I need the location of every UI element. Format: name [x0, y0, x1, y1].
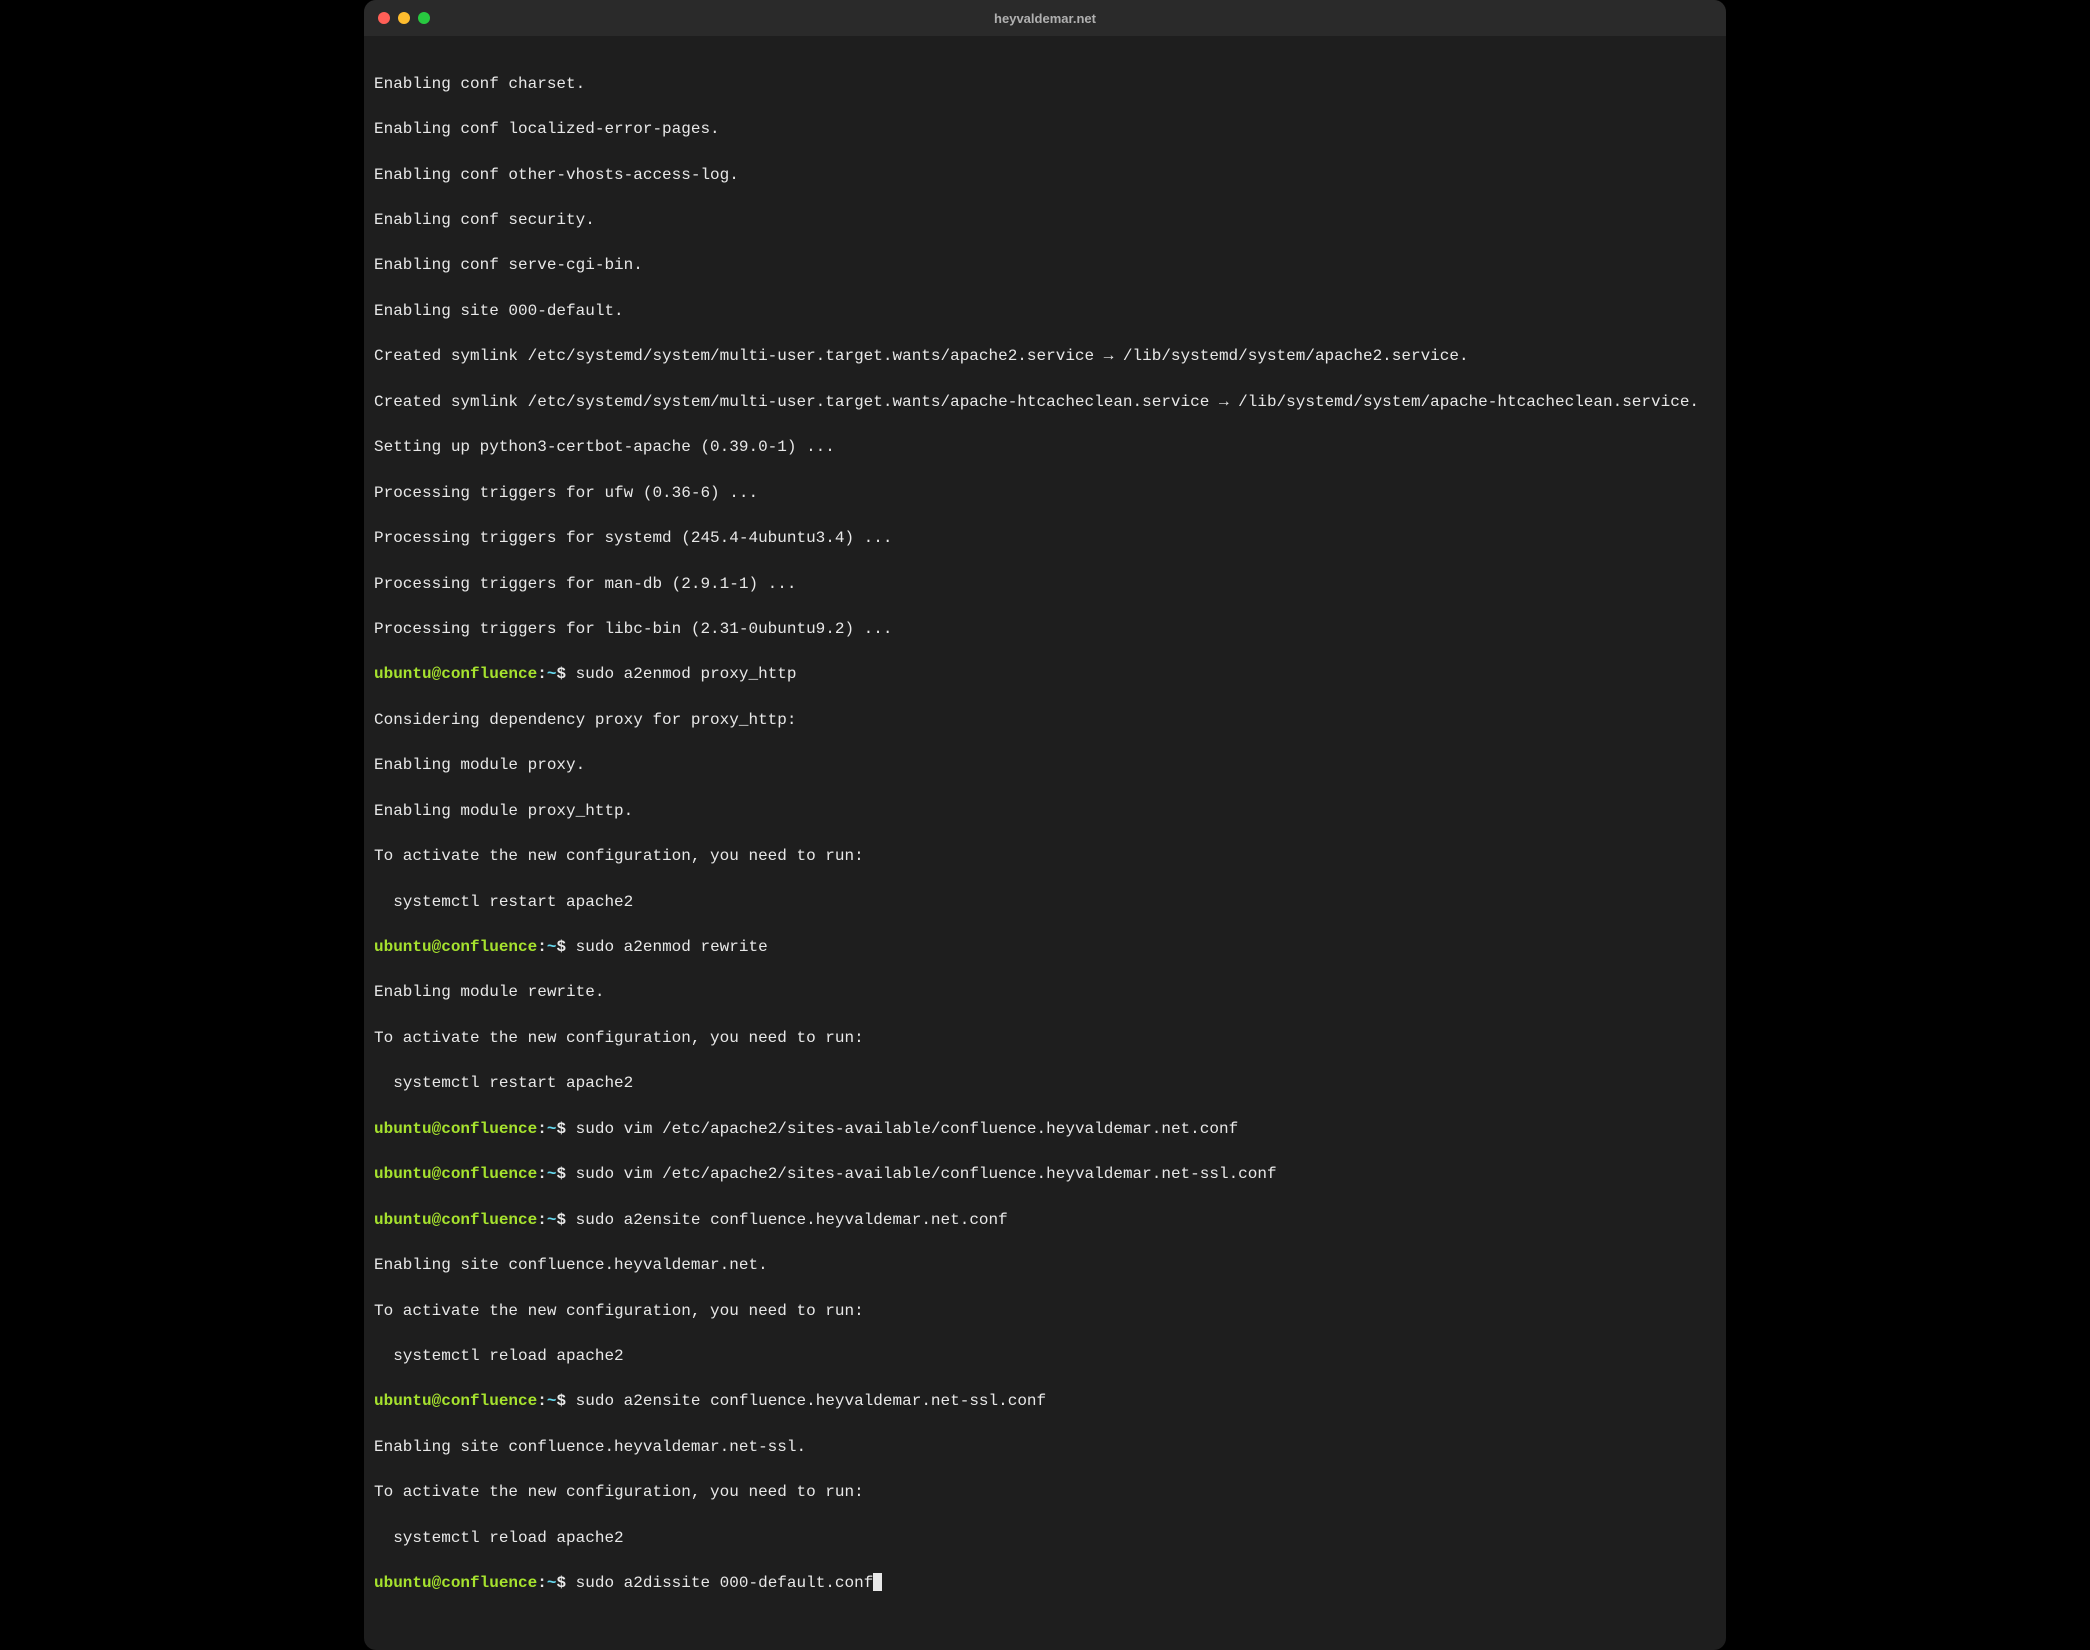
prompt-user-host: ubuntu@confluence	[374, 1165, 537, 1183]
prompt-user-host: ubuntu@confluence	[374, 665, 537, 683]
output-line: To activate the new configuration, you n…	[374, 1027, 1716, 1050]
prompt-path: ~	[547, 1574, 557, 1592]
command-text: sudo a2enmod proxy_http	[576, 665, 797, 683]
terminal-window: heyvaldemar.net Enabling conf charset. E…	[364, 0, 1726, 1650]
prompt-line: ubuntu@confluence:~$ sudo a2ensite confl…	[374, 1209, 1716, 1232]
terminal-body[interactable]: Enabling conf charset. Enabling conf loc…	[364, 36, 1726, 1650]
prompt-sigil: $	[556, 1120, 575, 1138]
prompt-sep: :	[537, 1574, 547, 1592]
output-line: Enabling site 000-default.	[374, 300, 1716, 323]
output-line: systemctl reload apache2	[374, 1527, 1716, 1550]
prompt-path: ~	[547, 1211, 557, 1229]
prompt-line: ubuntu@confluence:~$ sudo a2enmod proxy_…	[374, 663, 1716, 686]
prompt-sigil: $	[556, 1574, 575, 1592]
output-line: Created symlink /etc/systemd/system/mult…	[374, 391, 1716, 414]
command-text: sudo a2ensite confluence.heyvaldemar.net…	[576, 1211, 1008, 1229]
maximize-button[interactable]	[418, 12, 430, 24]
window-title: heyvaldemar.net	[994, 11, 1096, 26]
output-line: systemctl restart apache2	[374, 891, 1716, 914]
output-line: Enabling conf other-vhosts-access-log.	[374, 164, 1716, 187]
prompt-user-host: ubuntu@confluence	[374, 938, 537, 956]
prompt-path: ~	[547, 665, 557, 683]
command-text: sudo a2ensite confluence.heyvaldemar.net…	[576, 1392, 1046, 1410]
prompt-sigil: $	[556, 1165, 575, 1183]
prompt-sep: :	[537, 1120, 547, 1138]
output-line: To activate the new configuration, you n…	[374, 1481, 1716, 1504]
prompt-sep: :	[537, 665, 547, 683]
output-line: Considering dependency proxy for proxy_h…	[374, 709, 1716, 732]
command-text: sudo vim /etc/apache2/sites-available/co…	[576, 1120, 1239, 1138]
output-line: Processing triggers for man-db (2.9.1-1)…	[374, 573, 1716, 596]
command-text: sudo vim /etc/apache2/sites-available/co…	[576, 1165, 1277, 1183]
output-line: Enabling module rewrite.	[374, 981, 1716, 1004]
output-line: Processing triggers for libc-bin (2.31-0…	[374, 618, 1716, 641]
command-text: sudo a2enmod rewrite	[576, 938, 768, 956]
output-line: Enabling module proxy_http.	[374, 800, 1716, 823]
prompt-line: ubuntu@confluence:~$ sudo a2ensite confl…	[374, 1390, 1716, 1413]
output-line: Enabling conf security.	[374, 209, 1716, 232]
output-line: Enabling conf serve-cgi-bin.	[374, 254, 1716, 277]
output-line: Setting up python3-certbot-apache (0.39.…	[374, 436, 1716, 459]
output-line: systemctl restart apache2	[374, 1072, 1716, 1095]
output-line: Created symlink /etc/systemd/system/mult…	[374, 345, 1716, 368]
output-line: To activate the new configuration, you n…	[374, 845, 1716, 868]
prompt-user-host: ubuntu@confluence	[374, 1120, 537, 1138]
prompt-path: ~	[547, 1165, 557, 1183]
output-line: Enabling module proxy.	[374, 754, 1716, 777]
minimize-button[interactable]	[398, 12, 410, 24]
prompt-line: ubuntu@confluence:~$ sudo a2enmod rewrit…	[374, 936, 1716, 959]
output-line: Enabling site confluence.heyvaldemar.net…	[374, 1436, 1716, 1459]
prompt-line: ubuntu@confluence:~$ sudo vim /etc/apach…	[374, 1118, 1716, 1141]
traffic-lights	[378, 12, 430, 24]
prompt-sigil: $	[556, 665, 575, 683]
prompt-user-host: ubuntu@confluence	[374, 1574, 537, 1592]
output-line: To activate the new configuration, you n…	[374, 1300, 1716, 1323]
command-input[interactable]: sudo a2dissite 000-default.conf	[576, 1574, 874, 1592]
prompt-sigil: $	[556, 1211, 575, 1229]
prompt-path: ~	[547, 1392, 557, 1410]
output-line: Enabling site confluence.heyvaldemar.net…	[374, 1254, 1716, 1277]
output-line: systemctl reload apache2	[374, 1345, 1716, 1368]
close-button[interactable]	[378, 12, 390, 24]
prompt-sep: :	[537, 938, 547, 956]
prompt-path: ~	[547, 938, 557, 956]
prompt-line: ubuntu@confluence:~$ sudo vim /etc/apach…	[374, 1163, 1716, 1186]
output-line: Enabling conf charset.	[374, 73, 1716, 96]
prompt-sep: :	[537, 1165, 547, 1183]
prompt-sep: :	[537, 1211, 547, 1229]
prompt-sigil: $	[556, 938, 575, 956]
output-line: Processing triggers for ufw (0.36-6) ...	[374, 482, 1716, 505]
cursor-icon	[873, 1573, 882, 1591]
prompt-user-host: ubuntu@confluence	[374, 1392, 537, 1410]
prompt-path: ~	[547, 1120, 557, 1138]
prompt-line-active[interactable]: ubuntu@confluence:~$ sudo a2dissite 000-…	[374, 1572, 1716, 1595]
prompt-sigil: $	[556, 1392, 575, 1410]
prompt-user-host: ubuntu@confluence	[374, 1211, 537, 1229]
prompt-sep: :	[537, 1392, 547, 1410]
titlebar[interactable]: heyvaldemar.net	[364, 0, 1726, 36]
output-line: Enabling conf localized-error-pages.	[374, 118, 1716, 141]
output-line: Processing triggers for systemd (245.4-4…	[374, 527, 1716, 550]
